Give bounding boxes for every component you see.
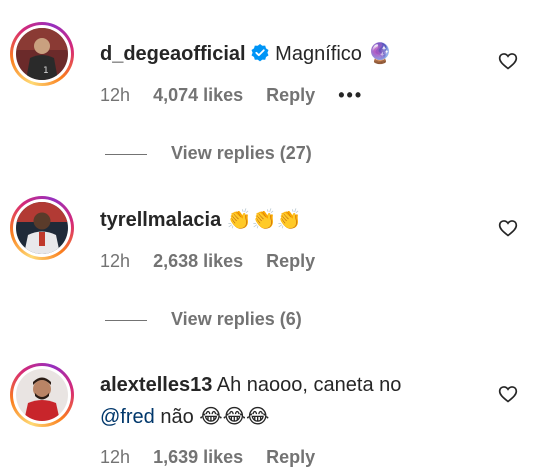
comment-likes[interactable]: 2,638 likes bbox=[153, 251, 243, 271]
heart-outline-icon[interactable] bbox=[498, 51, 518, 71]
svg-text:1: 1 bbox=[43, 66, 49, 76]
comment-body: Magnífico bbox=[275, 43, 362, 65]
more-options-icon[interactable]: ••• bbox=[338, 85, 363, 106]
view-replies-button[interactable]: View replies (27) bbox=[105, 143, 312, 164]
avatar: 1 bbox=[16, 28, 68, 80]
verified-badge-icon bbox=[250, 43, 270, 70]
crystal-ball-emoji: 🔮 bbox=[367, 41, 393, 65]
comment-text: tyrellmalacia 👏👏👏 bbox=[100, 206, 301, 233]
avatar bbox=[16, 369, 68, 421]
reply-button[interactable]: Reply bbox=[266, 251, 315, 271]
comment-likes[interactable]: 1,639 likes bbox=[153, 447, 243, 467]
comment-text: alextelles13 Ah naooo, caneta no bbox=[100, 372, 401, 398]
view-replies-button[interactable]: View replies (6) bbox=[105, 309, 302, 330]
reply-button[interactable]: Reply bbox=[266, 85, 315, 105]
comment-text-line2: @fred não 😂😂😂 bbox=[100, 403, 269, 430]
heart-outline-icon[interactable] bbox=[498, 384, 518, 404]
divider bbox=[105, 319, 147, 321]
comment-time: 12h bbox=[100, 85, 131, 105]
comment-body: Ah naooo, caneta no bbox=[216, 374, 402, 396]
clapping-hands-emoji: 👏👏👏 bbox=[226, 207, 302, 231]
reply-button[interactable]: Reply bbox=[266, 447, 315, 467]
divider bbox=[105, 153, 147, 155]
comment-body-continued: não bbox=[160, 406, 194, 428]
comment-time: 12h bbox=[100, 447, 131, 467]
heart-outline-icon[interactable] bbox=[498, 218, 518, 238]
comment-username[interactable]: d_degeaofficial bbox=[100, 43, 246, 65]
avatar-story-ring[interactable]: 1 bbox=[10, 22, 74, 86]
comment-meta: 12h 4,074 likes Reply ••• bbox=[100, 85, 381, 106]
comment-username[interactable]: alextelles13 bbox=[100, 374, 212, 396]
view-replies-label: View replies (6) bbox=[171, 309, 302, 329]
comment-meta: 12h 2,638 likes Reply bbox=[100, 251, 333, 272]
comment-text: d_degeaofficial Magnífico 🔮 bbox=[100, 40, 392, 70]
comment-time: 12h bbox=[100, 251, 131, 271]
comment-likes[interactable]: 4,074 likes bbox=[153, 85, 243, 105]
avatar-story-ring[interactable] bbox=[10, 363, 74, 427]
view-replies-label: View replies (27) bbox=[171, 143, 312, 163]
avatar-story-ring[interactable] bbox=[10, 196, 74, 260]
mention-link[interactable]: @fred bbox=[100, 406, 155, 428]
tears-of-joy-emoji: 😂😂😂 bbox=[199, 404, 270, 428]
comment-username[interactable]: tyrellmalacia bbox=[100, 209, 221, 231]
comment-meta: 12h 1,639 likes Reply bbox=[100, 447, 333, 468]
avatar bbox=[16, 202, 68, 254]
